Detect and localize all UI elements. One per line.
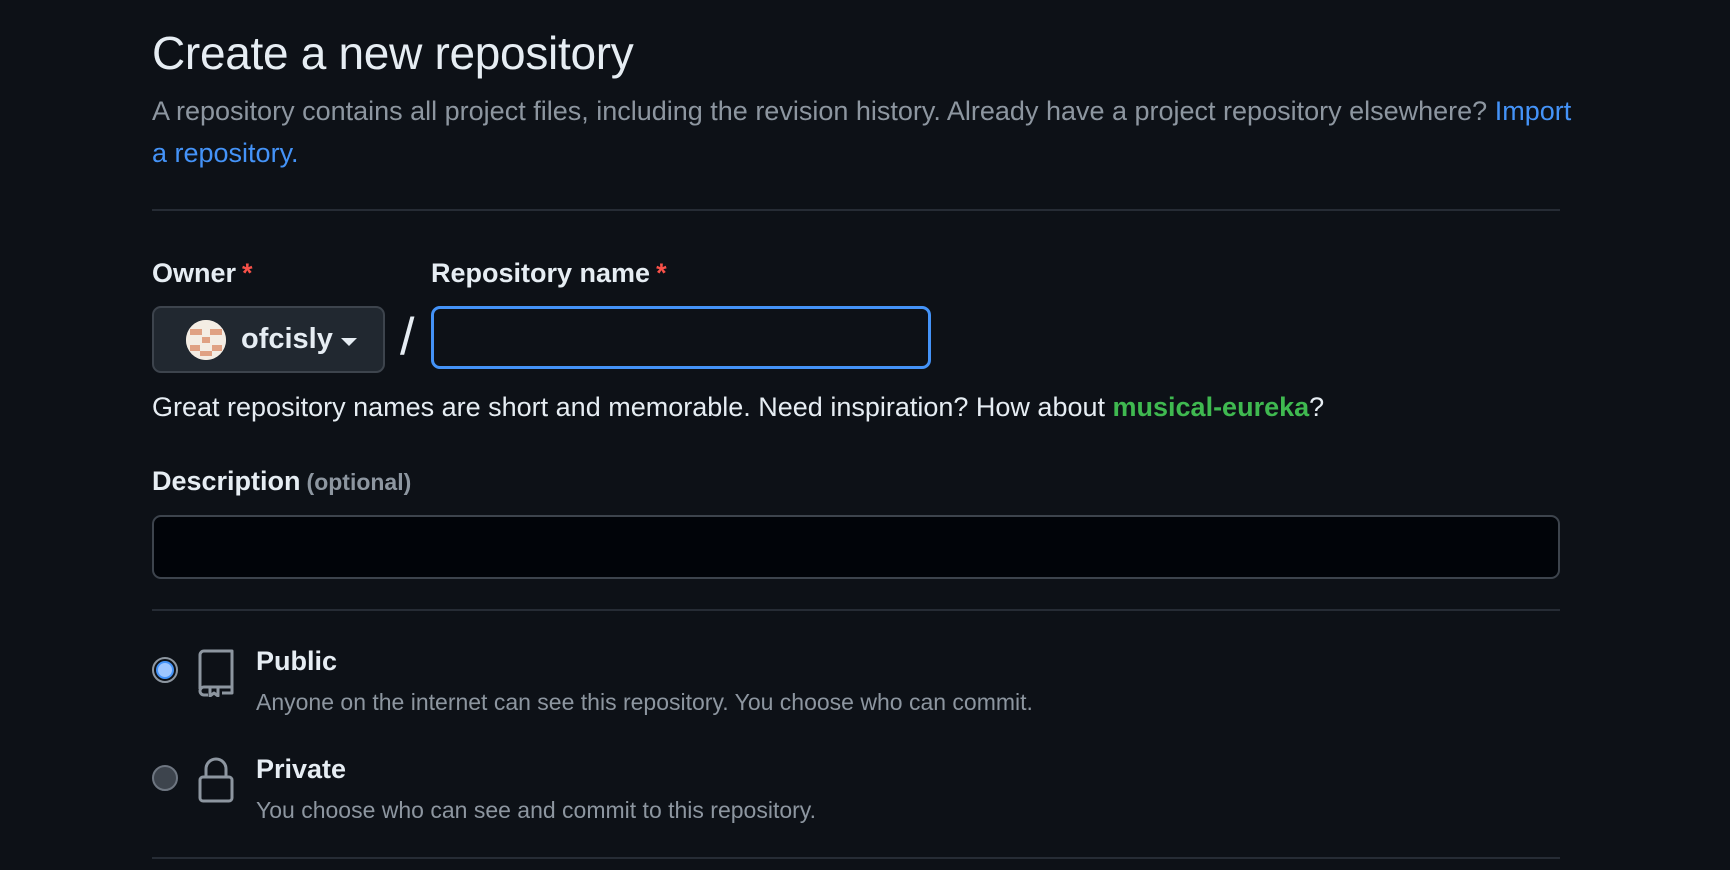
repository-name-input[interactable] [431,306,931,369]
description-input[interactable] [152,515,1560,579]
owner-label: Owner * [152,258,253,289]
identicon-avatar-icon [186,319,226,360]
owner-label-text: Owner [152,258,237,288]
divider [152,609,1560,611]
divider [152,857,1560,859]
page-title: Create a new repository [152,27,634,79]
optional-tag: (optional) [306,469,412,495]
private-description: You choose who can see and commit to thi… [256,797,816,823]
description-label: Description (optional) [152,466,411,497]
intro-text: A repository contains all project files,… [152,90,1572,174]
divider [152,209,1560,211]
new-repository-page: Create a new repository A repository con… [152,0,1571,870]
owner-repo-separator: / [400,308,415,366]
description-label-text: Description [152,466,301,496]
owner-name: ofcisly [241,323,333,355]
hint-suffix: ? [1309,392,1325,422]
owner-dropdown-button[interactable]: ofcisly [152,306,385,373]
hint-text: Great repository names are short and mem… [152,392,1105,422]
repository-name-label-text: Repository name [431,258,651,288]
caret-down-icon [340,337,357,346]
private-title: Private [256,754,347,784]
repository-name-hint: Great repository names are short and mem… [152,392,1324,423]
radio-selected-dot [156,661,174,679]
repository-name-label: Repository name * [431,258,667,289]
repo-icon [197,649,235,702]
required-mark: * [242,258,253,288]
owner-avatar [186,319,226,360]
lock-icon [197,757,235,808]
name-suggestion-link[interactable]: musical-eureka [1113,392,1310,422]
private-radio[interactable] [152,765,178,791]
required-mark: * [656,258,667,288]
public-description: Anyone on the internet can see this repo… [256,689,1033,715]
public-radio[interactable] [152,657,178,683]
public-title: Public [256,646,338,676]
intro-description: A repository contains all project files,… [152,96,1488,126]
